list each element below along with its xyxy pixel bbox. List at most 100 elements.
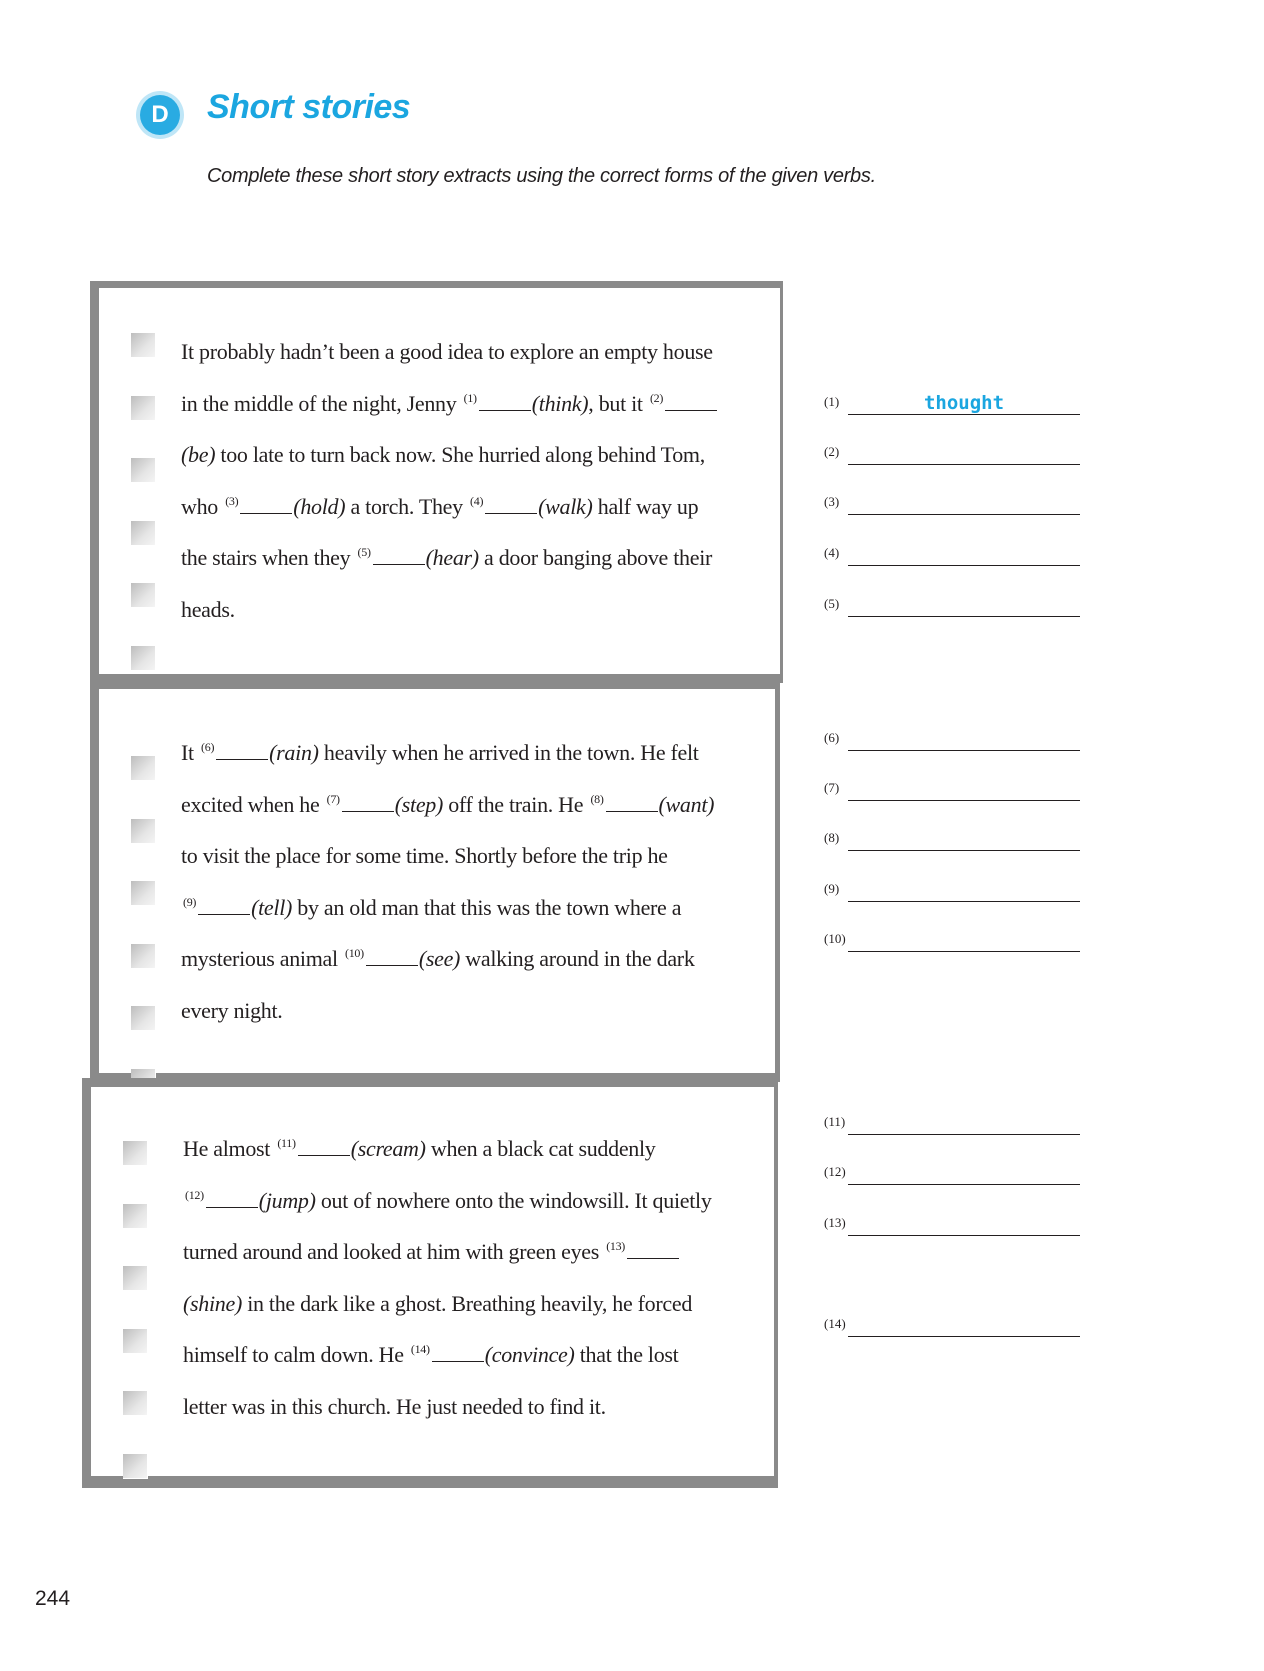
answer-rule <box>848 464 1080 465</box>
text-run: , but it <box>588 390 648 416</box>
gap-number: (13) <box>606 1239 625 1253</box>
verb-hint: (tell) <box>251 894 293 920</box>
text-run: heavily when he arrived in the town. He … <box>318 740 699 765</box>
verb-hint: (shine) <box>183 1290 242 1316</box>
binder-hole <box>123 1203 148 1229</box>
binder-hole <box>123 1328 148 1354</box>
text-run: when a black cat suddenly <box>425 1136 656 1161</box>
answer-line[interactable]: (8) <box>824 830 1080 854</box>
text-run: by an old man that this was the town whe… <box>292 894 682 920</box>
text-run: off the train. He <box>443 791 589 817</box>
verb-hint: (see) <box>418 946 461 971</box>
gap-blank <box>665 396 718 411</box>
answer-line[interactable]: (3) <box>824 494 1080 518</box>
text-run: to visit the place for some time. Shortl… <box>181 843 668 868</box>
gap-number: (4) <box>470 493 484 508</box>
binder-hole <box>131 395 156 421</box>
verb-hint: (jump) <box>258 1187 316 1213</box>
section-title: Short stories <box>207 88 411 126</box>
text-run: turned around and looked at him with gre… <box>183 1239 605 1264</box>
answer-value[interactable]: thought <box>848 392 1080 414</box>
text-run: himself to calm down. He <box>183 1342 409 1367</box>
verb-hint: (hear) <box>425 545 479 570</box>
gap-blank <box>372 550 425 565</box>
answer-line[interactable]: (12) <box>824 1164 1080 1188</box>
answer-rule <box>848 1134 1080 1135</box>
text-run: mysterious animal <box>181 946 344 971</box>
story-line: It probably hadn’t been a good idea to e… <box>181 326 771 378</box>
answer-number: (8) <box>824 830 840 845</box>
gap-blank <box>297 1141 350 1156</box>
answer-line[interactable]: (9) <box>824 881 1080 905</box>
answer-rule <box>848 800 1080 801</box>
answer-number: (5) <box>824 596 840 611</box>
answer-line[interactable]: (6) <box>824 730 1080 754</box>
gap-blank <box>431 1347 484 1362</box>
gap-blank <box>198 900 251 915</box>
binder-hole <box>131 943 156 969</box>
answer-line[interactable]: (14) <box>824 1316 1080 1340</box>
binder-hole <box>123 1453 148 1479</box>
verb-hint: (step) <box>394 791 444 817</box>
gap-number: (12) <box>185 1187 204 1202</box>
story-text: It (6) (rain) heavily when he arrived in … <box>181 727 771 1036</box>
gap-blank <box>205 1193 258 1208</box>
answer-number: (4) <box>824 545 840 560</box>
answer-line[interactable]: (4) <box>824 545 1080 569</box>
answer-rule <box>848 1336 1080 1337</box>
text-run: He almost <box>183 1136 276 1161</box>
answer-rule <box>848 514 1080 515</box>
verb-hint: (be) <box>181 442 216 467</box>
answer-line[interactable]: (2) <box>824 444 1080 468</box>
gap-number: (8) <box>590 791 604 806</box>
gap-number: (1) <box>463 390 477 405</box>
answer-rule <box>848 565 1080 566</box>
answer-line[interactable]: (7) <box>824 780 1080 804</box>
story-line: (shine) in the dark like a ghost. Breath… <box>183 1278 773 1330</box>
text-run: too late to turn back now. She hurried a… <box>215 442 705 467</box>
text-run: It <box>181 740 200 765</box>
story-line: every night. <box>181 985 771 1037</box>
answer-rule <box>848 750 1080 751</box>
story-line: (be) too late to turn back now. She hurr… <box>181 429 771 481</box>
story-line: mysterious animal (10) (see) walking arou… <box>181 933 771 985</box>
answer-line[interactable]: (10) <box>824 931 1080 955</box>
binder-hole <box>131 818 156 844</box>
gap-blank <box>365 951 418 966</box>
answer-line[interactable]: (1) thought <box>824 392 1080 418</box>
gap-blank <box>478 396 531 411</box>
binder-hole <box>131 645 156 671</box>
text-run: heads. <box>181 596 235 622</box>
text-run: the stairs when they <box>181 545 356 570</box>
answer-number: (3) <box>824 494 840 509</box>
story-line: excited when he (7) (step) off the train.… <box>181 779 771 831</box>
story-text: He almost (11) (scream) when a black cat … <box>183 1123 773 1432</box>
gap-blank <box>485 499 538 514</box>
text-run: a door banging above their <box>478 545 713 570</box>
story-card-1: It probably hadn’t been a good idea to e… <box>90 281 783 683</box>
verb-hint: (walk) <box>538 493 593 519</box>
text-run: It probably hadn’t been a good idea to e… <box>181 339 713 364</box>
gap-blank <box>341 797 394 812</box>
binder-hole <box>131 520 156 546</box>
verb-hint: (rain) <box>269 740 319 765</box>
binder-hole <box>131 1006 156 1031</box>
answer-line[interactable]: (13) <box>824 1215 1080 1239</box>
answer-number: (11) <box>824 1114 846 1129</box>
verb-hint: (convince) <box>484 1342 575 1367</box>
story-line: letter was in this church. He just neede… <box>183 1381 773 1433</box>
text-run: half way up <box>592 493 699 519</box>
answer-line[interactable]: (5) <box>824 596 1080 620</box>
answer-line[interactable]: (11) <box>824 1114 1080 1138</box>
text-run: walking around in the dark <box>460 946 695 971</box>
text-run: in the dark like a ghost. Breathing heav… <box>242 1290 693 1316</box>
gap-number: (2) <box>649 390 664 405</box>
story-line: He almost (11) (scream) when a black cat … <box>183 1123 773 1175</box>
text-run: that the lost <box>574 1342 679 1367</box>
answer-rule <box>848 616 1080 617</box>
verb-hint: (hold) <box>293 493 346 519</box>
story-card-3: He almost (11) (scream) when a black cat … <box>82 1078 778 1488</box>
story-text: It probably hadn’t been a good idea to e… <box>181 326 771 635</box>
answer-number: (2) <box>824 444 840 459</box>
answer-number: (14) <box>824 1316 846 1331</box>
